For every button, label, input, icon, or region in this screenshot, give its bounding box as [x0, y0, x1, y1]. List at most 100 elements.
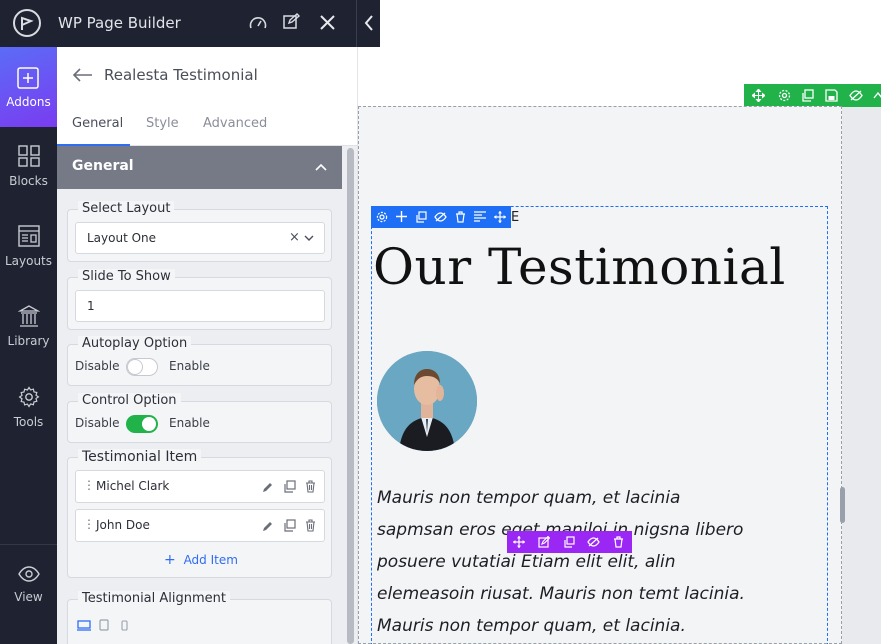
gear-icon[interactable] [376, 211, 388, 223]
slide-to-show-group: Slide To Show 1 [67, 269, 332, 330]
move-icon[interactable] [752, 89, 765, 102]
rail-item-blocks[interactable]: Blocks [0, 145, 57, 188]
control-option-label: Control Option [78, 393, 181, 408]
autoplay-toggle[interactable] [126, 358, 158, 376]
gear-icon [18, 386, 39, 408]
slide-to-show-input[interactable]: 1 [75, 290, 325, 322]
subtitle-fragment: E [511, 210, 520, 225]
layout-select[interactable]: Layout One × [75, 222, 325, 254]
app-title: WP Page Builder [58, 14, 181, 32]
canvas-side-column [842, 107, 881, 644]
save-icon[interactable] [825, 89, 838, 102]
autoplay-toggle-knob [128, 360, 142, 374]
collapse-icon[interactable] [873, 91, 881, 99]
rail-item-view[interactable]: View [0, 565, 57, 604]
panel-header: Realesta Testimonial [57, 47, 357, 103]
control-disable-label: Disable [75, 416, 120, 430]
eye-icon [17, 566, 40, 582]
drag-handle-icon[interactable]: ⋮ [83, 478, 95, 492]
back-arrow-icon[interactable] [72, 68, 93, 82]
close-icon[interactable] [320, 15, 335, 30]
testimonial-item-group: Testimonial Item ⋮ Michel Clark ⋮ John D… [67, 449, 332, 578]
clear-x-icon[interactable]: × [289, 223, 300, 253]
avatar [377, 351, 477, 451]
rail-label-library: Library [7, 334, 50, 348]
duplicate-icon[interactable] [283, 519, 296, 532]
testimonial-alignment-group: Testimonial Alignment [67, 591, 332, 644]
control-enable-label: Enable [169, 416, 210, 430]
settings-panel: Realesta Testimonial General Style Advan… [57, 47, 358, 644]
tablet-icon[interactable] [99, 619, 109, 631]
edit-icon[interactable] [538, 536, 550, 548]
blocks-icon [17, 145, 40, 167]
chevron-down-icon [304, 235, 314, 241]
canvas-scroll-handle[interactable] [840, 487, 845, 523]
item-name: John Doe [96, 518, 150, 532]
section-title: General [72, 158, 134, 174]
pencil-icon[interactable] [262, 520, 274, 532]
control-option-group: Control Option Disable Enable [67, 393, 332, 443]
panel-scrollbar[interactable] [347, 148, 354, 644]
chevron-up-icon [315, 163, 327, 171]
autoplay-enable-label: Enable [169, 359, 210, 373]
move-icon[interactable] [494, 211, 506, 223]
control-toggle-knob [142, 417, 156, 431]
top-bar: WP Page Builder [0, 0, 380, 47]
duplicate-icon[interactable] [801, 89, 814, 102]
tab-general[interactable]: General [72, 116, 123, 131]
drag-handle-icon[interactable]: ⋮ [83, 517, 95, 531]
rail-item-tools[interactable]: Tools [0, 386, 57, 429]
duplicate-icon[interactable] [415, 211, 427, 223]
rail-divider [0, 544, 57, 545]
item-name: Michel Clark [96, 479, 170, 493]
tab-style[interactable]: Style [146, 116, 179, 131]
trash-icon[interactable] [305, 519, 316, 532]
plus-icon[interactable] [396, 211, 407, 222]
testimonial-quote: Mauris non tempor quam, et lacinia sapms… [377, 488, 745, 636]
rail-label-blocks: Blocks [9, 174, 48, 188]
chevron-left-icon [364, 15, 373, 31]
eye-off-icon[interactable] [849, 90, 863, 101]
rail-label-view: View [14, 590, 43, 604]
element-toolbar [507, 531, 632, 553]
addon-toolbar [371, 206, 511, 228]
panel-tabs: General Style Advanced [57, 103, 357, 147]
eye-off-icon[interactable] [434, 212, 447, 222]
plus-square-icon [17, 67, 39, 89]
collapse-panel-button[interactable] [356, 0, 380, 47]
add-item-button[interactable]: + Add Item [164, 552, 238, 570]
trash-icon[interactable] [613, 536, 624, 548]
rail-item-library[interactable]: Library [0, 305, 57, 348]
trash-icon[interactable] [305, 480, 316, 493]
gear-icon[interactable] [778, 89, 791, 102]
autoplay-option-label: Autoplay Option [78, 336, 192, 351]
list-item[interactable]: ⋮ Michel Clark [75, 470, 325, 503]
desktop-icon[interactable] [77, 620, 91, 631]
edit-icon[interactable] [283, 13, 300, 30]
row-toolbar [744, 84, 881, 107]
autoplay-disable-label: Disable [75, 359, 120, 373]
move-icon[interactable] [513, 536, 525, 548]
eye-off-icon[interactable] [587, 537, 600, 547]
app-logo-icon [13, 9, 41, 37]
mobile-icon[interactable] [121, 620, 128, 631]
rail-label-layouts: Layouts [4, 254, 53, 268]
align-icon[interactable] [474, 211, 486, 222]
rail-item-layouts[interactable]: Layouts [0, 225, 57, 268]
control-toggle[interactable] [126, 415, 158, 433]
layout-select-value: Layout One [87, 231, 157, 245]
list-item[interactable]: ⋮ John Doe [75, 509, 325, 542]
speedometer-icon[interactable] [249, 14, 267, 30]
testimonial-alignment-label: Testimonial Alignment [78, 591, 230, 606]
add-item-label: Add Item [183, 553, 238, 567]
section-heading: Our Testimonial [373, 238, 786, 296]
duplicate-icon[interactable] [283, 480, 296, 493]
pencil-icon[interactable] [262, 481, 274, 493]
rail-item-addons[interactable]: Addons [0, 47, 57, 127]
left-rail: Addons Blocks Layouts Library Tools View [0, 0, 57, 644]
duplicate-icon[interactable] [563, 536, 575, 548]
trash-icon[interactable] [455, 211, 466, 223]
tab-advanced[interactable]: Advanced [203, 116, 267, 131]
section-header-general[interactable]: General [57, 146, 342, 189]
library-icon [16, 305, 41, 327]
